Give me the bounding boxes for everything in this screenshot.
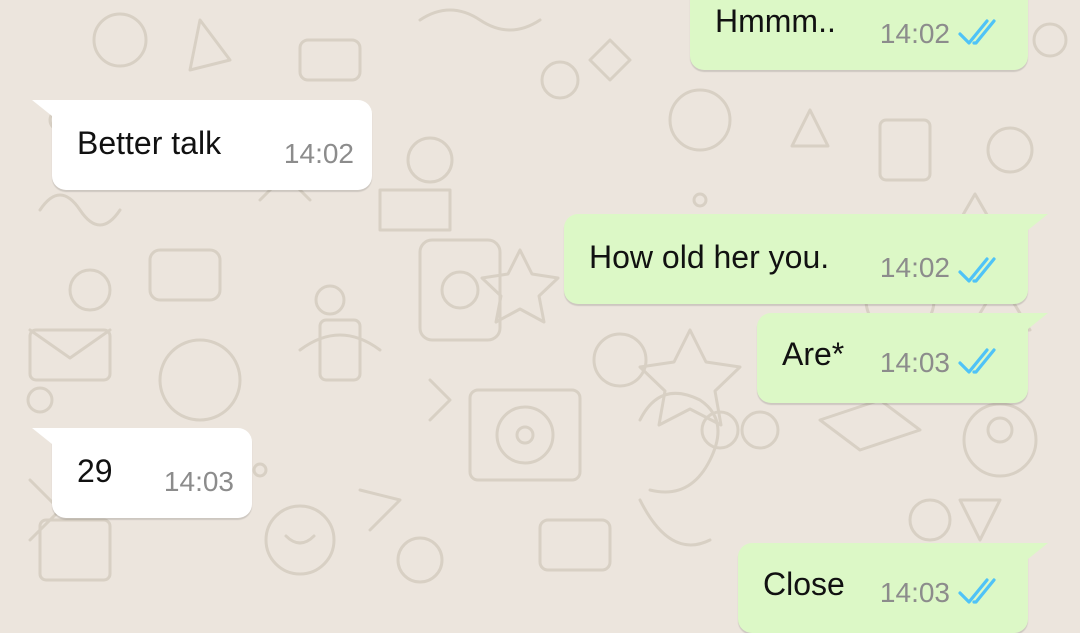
message-time: 14:02: [283, 138, 354, 169]
double-check-read-icon: [958, 348, 996, 374]
double-check-read-icon: [958, 19, 996, 45]
message-outgoing[interactable]: How old her you. 14:02: [564, 214, 1048, 304]
message-incoming[interactable]: Better talk 14:02: [32, 100, 372, 190]
double-check-read-icon: [958, 257, 996, 283]
message-text: How old her you.: [589, 239, 830, 275]
message-time: 14:03: [879, 577, 950, 608]
message-text: 29: [77, 453, 113, 489]
message-text: Close: [763, 566, 845, 602]
message-outgoing[interactable]: Close 14:03: [738, 543, 1048, 633]
message-time: 14:02: [879, 252, 950, 283]
message-time: 14:03: [879, 347, 950, 378]
message-time: 14:03: [163, 466, 234, 497]
message-text: Hmmm..: [715, 3, 836, 39]
message-list[interactable]: Hmmm.. 14:02 Better talk 14:02 How old h…: [0, 0, 1080, 633]
message-outgoing[interactable]: Are* 14:03: [757, 313, 1048, 403]
message-outgoing[interactable]: Hmmm.. 14:02: [690, 0, 1028, 70]
double-check-read-icon: [958, 578, 996, 604]
message-time: 14:02: [879, 18, 950, 49]
message-text: Are*: [782, 336, 845, 372]
message-incoming[interactable]: 29 14:03: [32, 428, 252, 518]
message-text: Better talk: [77, 125, 222, 161]
